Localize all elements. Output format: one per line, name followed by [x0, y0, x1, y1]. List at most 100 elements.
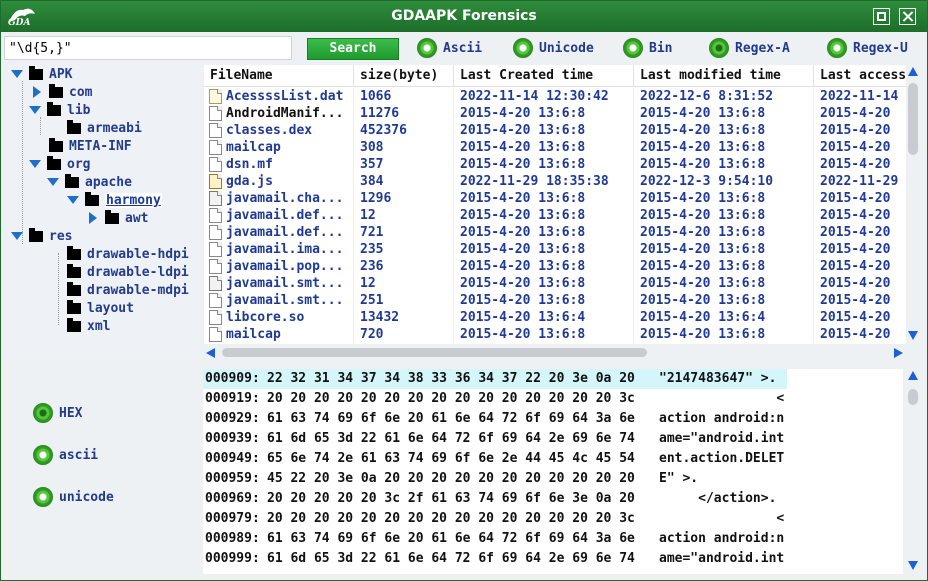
scroll-left-arrow-icon[interactable] [206, 348, 215, 358]
file-row[interactable]: mailcap 720 2015-4-20 13:6:8 2015-4-20 13:6… [204, 326, 906, 343]
collapsed-arrow-icon [33, 86, 41, 98]
cell-accessed: 2015-4-20 [814, 190, 906, 207]
cell-created: 2015-4-20 13:6:8 [454, 275, 634, 292]
scroll-right-arrow-icon[interactable] [894, 348, 903, 358]
cell-size: 1296 [354, 190, 454, 207]
expanded-arrow-icon [11, 232, 23, 240]
expanded-arrow-icon [11, 70, 23, 78]
radio-ascii[interactable]: Ascii [417, 37, 482, 59]
file-row[interactable]: javamail.def... 721 2015-4-20 13:6:8 2015-4… [204, 224, 906, 241]
file-list-horizontal-scrollbar[interactable] [204, 345, 906, 361]
file-row[interactable]: classes.dex 452376 2015-4-20 13:6:8 2015-4-… [204, 122, 906, 139]
tree-node-org[interactable]: org [29, 155, 90, 173]
file-row[interactable]: javamail.ima... 235 2015-4-20 13:6:8 2015-4… [204, 241, 906, 258]
hex-offset: 000949: [205, 451, 260, 466]
file-row[interactable]: javamail.def... 12 2015-4-20 13:6:8 2015-4-… [204, 207, 906, 224]
cell-filename: javamail.ima... [204, 241, 354, 258]
tree-node-xml[interactable]: xml [67, 317, 110, 335]
scroll-thumb[interactable] [908, 389, 918, 405]
cell-filename: gda.js [204, 173, 354, 190]
cell-size: 1066 [354, 88, 454, 105]
column-header-created[interactable]: Last Created time [454, 65, 634, 87]
column-header-modified[interactable]: Last modified time [634, 65, 814, 87]
tree-node-apk[interactable]: APK [11, 65, 72, 83]
radio-bin[interactable]: Bin [623, 37, 672, 59]
hex-row[interactable]: 000959: 45 22 20 3e 0a 20 20 20 20 20 20 … [203, 469, 803, 489]
hex-offset: 000999: [205, 551, 260, 566]
tree-node-drawable-hdpi[interactable]: drawable-hdpi [67, 245, 189, 263]
scroll-up-arrow-icon[interactable] [908, 67, 918, 76]
hex-ascii: ent.action.DELET [659, 451, 785, 466]
cell-created: 2015-4-20 13:6:8 [454, 122, 634, 139]
close-button[interactable] [899, 8, 916, 25]
hex-row[interactable]: 000939: 61 6d 65 3d 22 61 6e 64 72 6f 69 … [203, 429, 803, 449]
hex-bytes: 61 63 74 69 6f 6e 20 61 6e 64 72 6f 69 6… [267, 531, 635, 546]
mode-unicode[interactable]: unicode [33, 487, 114, 507]
mode-hex[interactable]: HEX [33, 403, 82, 423]
tree-node-res[interactable]: res [11, 227, 72, 245]
radio-unicode[interactable]: Unicode [513, 37, 594, 59]
file-row[interactable]: dsn.mf 357 2015-4-20 13:6:8 2015-4-20 13:6:… [204, 156, 906, 173]
radio-regex-u-indicator [827, 38, 847, 58]
column-header-accessed[interactable]: Last access [814, 65, 906, 87]
tree-node-layout[interactable]: layout [67, 299, 134, 317]
file-row[interactable]: gda.js 384 2022-11-29 18:35:38 2022-12-3 9:… [204, 173, 906, 190]
hex-row[interactable]: 000979: 20 20 20 20 20 20 20 20 20 20 20 … [203, 509, 803, 529]
expanded-arrow-icon [29, 160, 41, 168]
cell-size: 357 [354, 156, 454, 173]
tree-node-lib[interactable]: lib [29, 101, 90, 119]
scroll-down-arrow-icon[interactable] [908, 331, 918, 340]
scroll-thumb[interactable] [222, 348, 647, 357]
file-list-vertical-scrollbar[interactable] [906, 65, 920, 344]
cell-created: 2022-11-29 18:35:38 [454, 173, 634, 190]
file-row[interactable]: AndroidManif... 11276 2015-4-20 13:6:8 2015… [204, 105, 906, 122]
hex-row[interactable]: 000929: 61 63 74 69 6f 6e 20 61 6e 64 72 … [203, 409, 803, 429]
column-header-filename[interactable]: FileName [204, 65, 354, 87]
column-header-size[interactable]: size(byte) [354, 65, 454, 87]
hex-row[interactable]: 000919: 20 20 20 20 20 20 20 20 20 20 20 … [203, 389, 803, 409]
hex-row[interactable]: 000999: 61 6d 65 3d 22 61 6e 64 72 6f 69 … [203, 549, 803, 569]
tree-node-harmony[interactable]: harmony [67, 191, 162, 209]
hex-offset: 000969: [205, 491, 260, 506]
scroll-thumb[interactable] [908, 83, 918, 155]
file-row[interactable]: mailcap 308 2015-4-20 13:6:8 2015-4-20 13:6… [204, 139, 906, 156]
tree-node-com[interactable]: com [31, 83, 92, 101]
hex-row[interactable]: 000949: 65 6e 74 2e 61 63 74 69 6f 6e 2e … [203, 449, 803, 469]
file-row[interactable]: javamail.pop... 236 2015-4-20 13:6:8 2015-4… [204, 258, 906, 275]
hex-offset: 000919: [205, 391, 260, 406]
title-bar[interactable]: GDA GDAAPK Forensics [1, 1, 927, 32]
tree-node-drawable-mdpi[interactable]: drawable-mdpi [67, 281, 189, 299]
tree-node-drawable-ldpi[interactable]: drawable-ldpi [67, 263, 189, 281]
radio-bin-indicator [623, 38, 643, 58]
file-list-header: FileName size(byte) Last Created time La… [204, 65, 906, 87]
scroll-up-arrow-icon[interactable] [908, 371, 918, 380]
tree-node-apache[interactable]: apache [47, 173, 132, 191]
mode-ascii[interactable]: ascii [33, 445, 98, 465]
hex-row[interactable]: 000909: 22 32 31 34 37 34 38 33 36 34 37 … [203, 369, 787, 389]
expanded-arrow-icon [29, 106, 41, 114]
file-row[interactable]: javamail.smt... 251 2015-4-20 13:6:8 2015-4… [204, 292, 906, 309]
tree-node-meta-inf[interactable]: META-INF [49, 137, 132, 155]
scroll-down-arrow-icon[interactable] [908, 561, 918, 570]
cell-filename: dsn.mf [204, 156, 354, 173]
radio-bin-label: Bin [649, 40, 673, 56]
radio-regex-u[interactable]: Regex-U [827, 37, 908, 59]
tree-node-awt[interactable]: awt [87, 209, 148, 227]
file-row[interactable]: javamail.cha... 1296 2015-4-20 13:6:8 2015-… [204, 190, 906, 207]
hex-row[interactable]: 000989: 61 63 74 69 6f 6e 20 61 6e 64 72 … [203, 529, 803, 549]
search-button[interactable]: Search [307, 38, 399, 60]
hex-bytes: 45 22 20 3e 0a 20 20 20 20 20 20 20 20 2… [267, 471, 635, 486]
file-row[interactable]: javamail.smt... 12 2015-4-20 13:6:8 2015-4-… [204, 275, 906, 292]
search-input[interactable] [4, 36, 292, 60]
file-row[interactable]: AcessssList.dat 1066 2022-11-14 12:30:42 20… [204, 88, 906, 105]
radio-regex-a[interactable]: Regex-A [709, 37, 790, 59]
hex-bytes: 61 6d 65 3d 22 61 6e 64 72 6f 69 64 2e 6… [267, 431, 635, 446]
hex-view-vertical-scrollbar[interactable] [906, 369, 920, 574]
cell-created: 2015-4-20 13:6:8 [454, 241, 634, 258]
maximize-button[interactable] [873, 8, 890, 25]
file-row[interactable]: libcore.so 13432 2015-4-20 13:6:4 2015-4-20… [204, 309, 906, 326]
tree-node-armeabi[interactable]: armeabi [67, 119, 142, 137]
hex-row[interactable]: 000969: 20 20 20 20 20 3c 2f 61 63 74 69 … [203, 489, 803, 509]
cell-accessed: 2022-11-29 [814, 173, 906, 190]
file-file-icon [209, 259, 222, 274]
